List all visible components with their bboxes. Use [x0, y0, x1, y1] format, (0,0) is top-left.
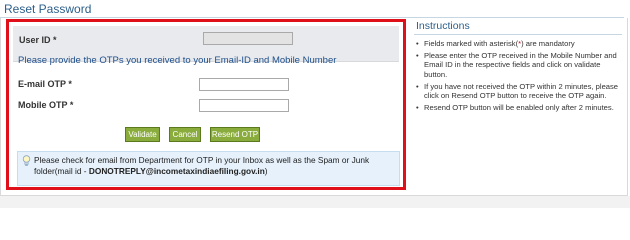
reset-password-form: User ID * Please provide the OTPs you re…	[6, 19, 406, 190]
notice-text: Please check for email from Department f…	[34, 155, 398, 177]
resend-otp-button[interactable]: Resend OTP	[210, 127, 260, 142]
instruction-item: Resend OTP button will be enabled only a…	[416, 103, 622, 112]
instructions-divider	[414, 34, 622, 35]
validate-button[interactable]: Validate	[125, 127, 160, 142]
instructions-title: Instructions	[416, 20, 470, 32]
notice-suffix: )	[264, 166, 268, 176]
notice-email: DONOTREPLY@incometaxindiaefiling.gov.in	[88, 166, 265, 176]
email-otp-label: E-mail OTP *	[18, 79, 72, 89]
instruction-item: If you have not received the OTP within …	[416, 82, 622, 100]
mobile-otp-field[interactable]	[199, 99, 289, 112]
otp-heading: Please provide the OTPs you received to …	[18, 55, 337, 66]
footer-strip	[0, 196, 630, 208]
cancel-button[interactable]: Cancel	[169, 127, 201, 142]
user-id-field	[203, 32, 293, 45]
instruction-1-before: Fields marked with asterisk(	[424, 39, 519, 48]
user-id-label: User ID *	[19, 35, 57, 45]
email-otp-field[interactable]	[199, 78, 289, 91]
lightbulb-icon	[22, 155, 31, 166]
page-title: Reset Password	[4, 2, 92, 16]
email-notice: Please check for email from Department f…	[17, 151, 400, 186]
mobile-otp-label: Mobile OTP *	[18, 100, 74, 110]
instruction-1-after: ) are mandatory	[521, 39, 575, 48]
instruction-item: Fields marked with asterisk(*) are manda…	[416, 39, 622, 48]
instructions-list: Fields marked with asterisk(*) are manda…	[416, 39, 622, 115]
instruction-item: Please enter the OTP received in the Mob…	[416, 51, 622, 79]
instructions-panel: Instructions Fields marked with asterisk…	[410, 19, 626, 190]
